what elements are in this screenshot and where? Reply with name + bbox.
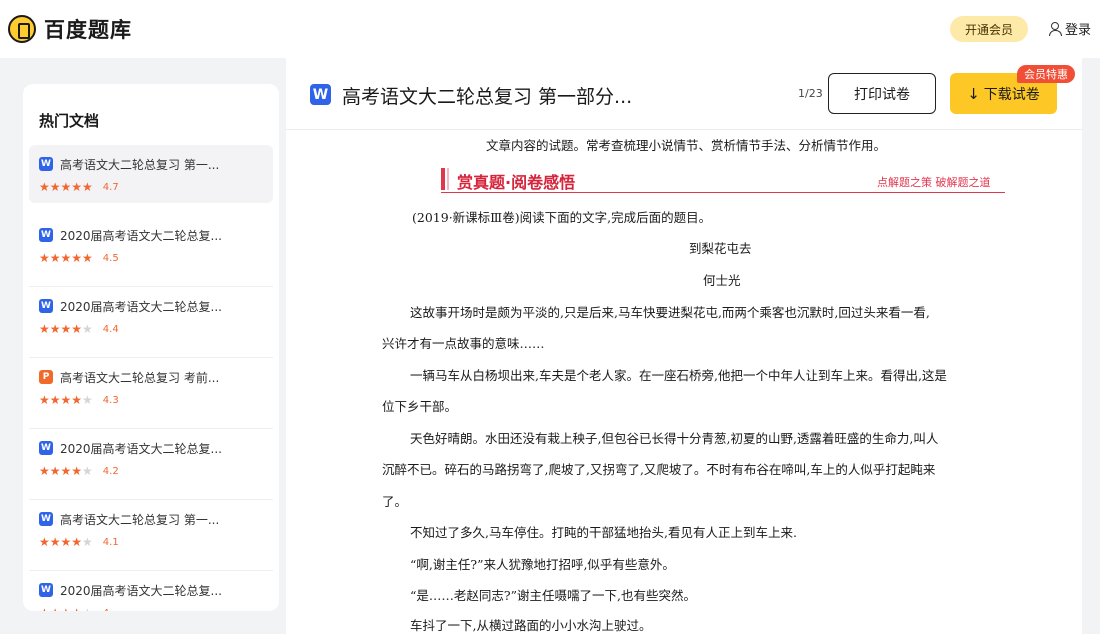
ppt-doc-icon: P — [39, 370, 53, 384]
page-indicator: 1/23 — [798, 87, 823, 100]
rating-stars: ★★★★★ — [39, 251, 93, 265]
hot-documents-panel: 热门文档 W 高考语文大二轮总复习 第一... ★★★★★ 4.7 W 2020… — [23, 84, 279, 611]
hot-documents-list: W 高考语文大二轮总复习 第一... ★★★★★ 4.7 W 2020届高考语文… — [23, 145, 279, 611]
open-vip-button[interactable]: 开通会员 — [950, 16, 1028, 42]
section-banner: 赏真题·阅卷感悟 点解题之策 破解题之道 — [441, 168, 1005, 193]
word-doc-icon: W — [39, 512, 53, 526]
paragraph-line: 这故事开场时是颇为平淡的,只是后来,马车快要进梨花屯,而两个乘客也沉默时,回过头… — [410, 305, 930, 320]
banner-subtitle: 点解题之策 破解题之道 — [877, 176, 991, 189]
doc-title: 高考语文大二轮总复习 第一... — [60, 157, 220, 172]
doc-title: 高考语文大二轮总复习 第一... — [60, 512, 220, 527]
print-paper-button[interactable]: 打印试卷 — [828, 73, 936, 114]
rating-stars: ★★★★★ — [39, 180, 93, 194]
baidu-tiku-logo[interactable]: 百度题库 — [8, 14, 132, 44]
document-title: 高考语文大二轮总复习 第一部分... — [342, 86, 633, 108]
word-doc-icon: W — [39, 157, 53, 171]
rating-stars: ★★★★★ — [39, 464, 93, 478]
word-doc-icon: W — [39, 299, 53, 313]
doc-title: 2020届高考语文大二轮总复... — [60, 583, 222, 598]
paragraph-line: (2019·新课标Ⅲ卷)阅读下面的文字,完成后面的题目。 — [412, 210, 712, 225]
login-link[interactable]: 登录 — [1048, 19, 1091, 38]
doc-title: 2020届高考语文大二轮总复... — [60, 299, 222, 314]
rating-score: 4.4 — [102, 323, 119, 335]
banner-accent-bar — [441, 168, 445, 190]
paragraph-line: 了。 — [382, 494, 408, 509]
rating-stars: ★★★★★ — [39, 606, 93, 611]
story-title: 到梨花屯去 — [689, 241, 752, 256]
list-item[interactable]: W 2020届高考语文大二轮总复... ★★★★★ 4.2 — [29, 429, 273, 500]
paragraph-line: 一辆马车从白杨坝出来,车夫是个老人家。在一座石桥旁,他把一个中年人让到车上来。看… — [410, 368, 947, 383]
login-label: 登录 — [1065, 23, 1092, 38]
word-doc-icon: W — [310, 84, 331, 105]
paragraph-line: 不知过了多久,马车停住。打盹的干部猛地抬头,看见有人正上到车上来. — [410, 525, 797, 540]
rating-score: 4.3 — [102, 394, 119, 406]
rating-score: 4.2 — [102, 465, 119, 477]
download-label: 下载试卷 — [983, 86, 1040, 103]
rating-score: 4.7 — [102, 181, 119, 193]
rating-stars: ★★★★★ — [39, 393, 93, 407]
doc-title: 高考语文大二轮总复习 考前... — [60, 370, 220, 385]
rating-score: 4.5 — [102, 252, 119, 264]
paragraph-line: “啊,谢主任?”来人犹豫地打招呼,似乎有些意外。 — [410, 557, 675, 572]
list-item[interactable]: W 高考语文大二轮总复习 第一... ★★★★★ 4.7 — [29, 145, 273, 203]
list-item[interactable]: W 高考语文大二轮总复习 第一... ★★★★★ 4.1 — [29, 500, 273, 571]
vip-discount-badge: 会员特惠 — [1017, 65, 1075, 83]
paragraph-line: 文章内容的试题。常考查梳理小说情节、赏析情节手法、分析情节作用。 — [486, 138, 887, 153]
banner-divider — [441, 192, 1005, 193]
doc-title: 2020届高考语文大二轮总复... — [60, 228, 222, 243]
word-doc-icon: W — [39, 228, 53, 242]
rating-score: 4 — [103, 608, 109, 612]
logo-icon — [8, 15, 36, 43]
hot-documents-title: 热门文档 — [39, 112, 100, 130]
word-doc-icon: W — [39, 441, 53, 455]
story-author: 何士光 — [703, 273, 741, 288]
list-item[interactable]: W 2020届高考语文大二轮总复... ★★★★★ 4.4 — [29, 287, 273, 358]
word-doc-icon: W — [39, 583, 53, 597]
banner-accent-bar — [447, 168, 449, 190]
rating-stars: ★★★★★ — [39, 535, 93, 549]
paragraph-line: 兴许才有一点故事的意味…… — [382, 336, 545, 351]
list-item[interactable]: W 2020届高考语文大二轮总复... ★★★★★ 4.5 — [29, 216, 273, 287]
user-icon — [1048, 21, 1062, 36]
list-item[interactable]: P 高考语文大二轮总复习 考前... ★★★★★ 4.3 — [29, 358, 273, 429]
paragraph-line: “是……老赵同志?”谢主任嗫嚅了一下,也有些突然。 — [410, 588, 696, 603]
rating-score: 4.1 — [102, 536, 119, 548]
document-viewer: W 高考语文大二轮总复习 第一部分... 1/23 打印试卷 ↓ 下载试卷 会员… — [286, 58, 1082, 634]
paragraph-line: 车抖了一下,从横过路面的小小水沟上驶过。 — [410, 618, 652, 633]
top-navigation-bar: 百度题库 开通会员 登录 — [0, 0, 1100, 58]
paragraph-line: 天色好晴朗。水田还没有栽上秧子,但包谷已长得十分青葱,初夏的山野,透露着旺盛的生… — [410, 431, 939, 446]
logo-text: 百度题库 — [44, 18, 132, 42]
rating-stars: ★★★★★ — [39, 322, 93, 336]
paragraph-line: 沉醉不已。碎石的马路拐弯了,爬坡了,又拐弯了,又爬坡了。不时有布谷在啼叫,车上的… — [382, 462, 936, 477]
list-item[interactable]: W 2020届高考语文大二轮总复... ★★★★★ 4 — [29, 571, 273, 611]
arrow-down-icon: ↓ — [967, 84, 980, 103]
banner-title: 赏真题·阅卷感悟 — [457, 173, 576, 192]
doc-title: 2020届高考语文大二轮总复... — [60, 441, 222, 456]
paragraph-line: 位下乡干部。 — [382, 399, 458, 414]
document-header: W 高考语文大二轮总复习 第一部分... 1/23 打印试卷 ↓ 下载试卷 会员… — [286, 58, 1082, 130]
document-page: 文章内容的试题。常考查梳理小说情节、赏析情节手法、分析情节作用。 赏真题·阅卷感… — [286, 131, 1082, 634]
